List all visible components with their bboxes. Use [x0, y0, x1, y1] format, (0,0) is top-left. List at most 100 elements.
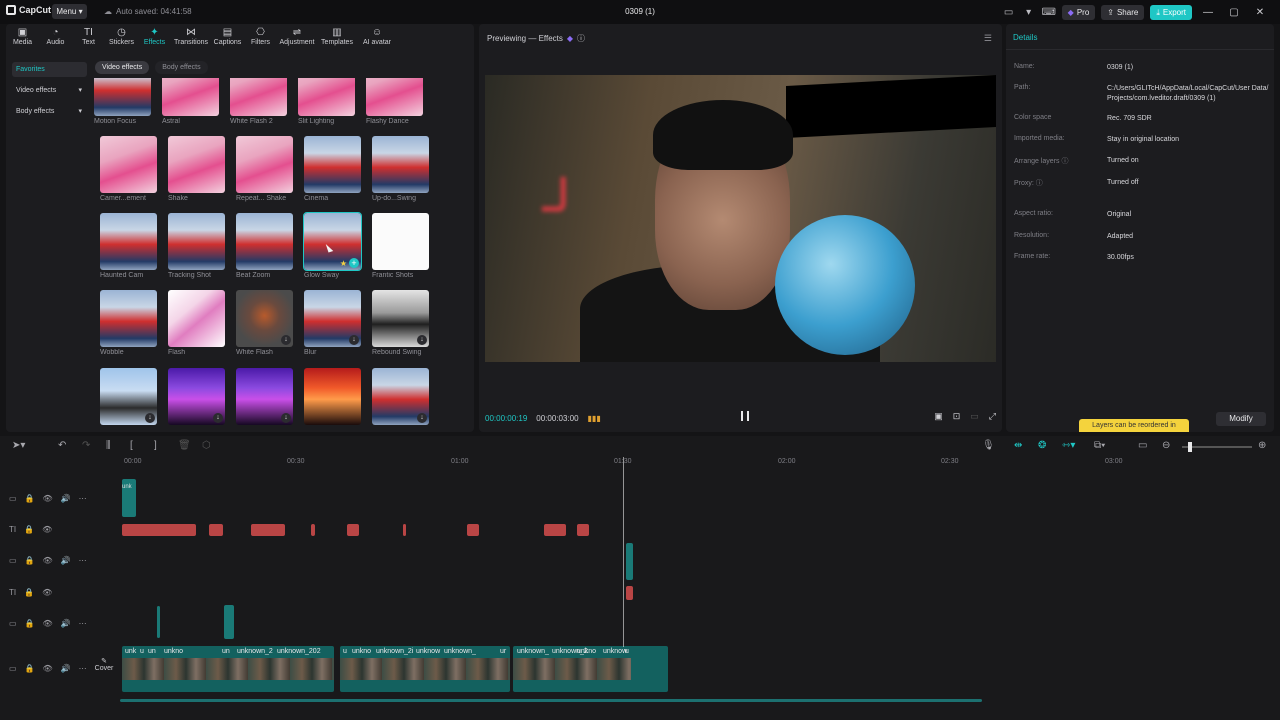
timeline-scrollbar[interactable] [120, 699, 982, 702]
split-icon[interactable]: ⫼ [106, 440, 111, 451]
text-clip[interactable] [626, 586, 633, 600]
audio-icon: ◔ [52, 27, 59, 38]
text-clip[interactable] [403, 524, 406, 536]
maximize-icon[interactable]: ▢ [1224, 7, 1244, 18]
text-clip[interactable] [311, 524, 315, 536]
effect-card[interactable]: Flashy Dance [366, 78, 423, 125]
effect-card[interactable]: Camer...ement [100, 136, 157, 202]
overlay-clip[interactable]: unk [122, 479, 136, 517]
tab-text[interactable]: TI Text [72, 26, 105, 52]
sidebar-item-favorites[interactable]: Favorites [12, 62, 87, 77]
effect-card[interactable]: Wobble [100, 290, 157, 356]
overlay-clip[interactable] [224, 605, 234, 639]
preview-axis-icon[interactable]: ⧉▾ [1094, 440, 1105, 451]
text-clip[interactable] [544, 524, 566, 536]
minimize-icon[interactable]: — [1198, 7, 1218, 18]
trim-right-icon[interactable]: ] [154, 440, 157, 451]
playhead[interactable] [623, 457, 624, 647]
caption-icon[interactable]: ▭ [1138, 440, 1147, 451]
effect-card[interactable]: Beat Zoom [236, 213, 293, 279]
tab-templates[interactable]: ▥ Templates [317, 26, 357, 52]
text-clip[interactable] [577, 524, 589, 536]
tab-ai-avatar[interactable]: ☺ AI avatar [357, 26, 397, 52]
shield-icon[interactable]: ⬡ [202, 440, 211, 451]
text-clip[interactable] [251, 524, 285, 536]
effect-card[interactable]: White Flash 2 [230, 78, 287, 125]
effect-card[interactable]: Motion Focus [94, 78, 151, 125]
full-quality-icon[interactable]: ▣ [934, 411, 943, 422]
effect-card[interactable]: Flash [168, 290, 225, 356]
tab-adjustment[interactable]: ⇌ Adjustment [277, 26, 317, 52]
effect-card[interactable]: Haunted Cam [100, 213, 157, 279]
overlay-clip[interactable] [626, 543, 633, 580]
layout-icon[interactable]: ▭ [1002, 6, 1016, 18]
layout-dropdown-icon[interactable]: ▾ [1022, 6, 1036, 18]
effect-card[interactable]: Up-do...Swing [372, 136, 429, 202]
effects-sidebar: Favorites Video effects ▾ Body effects ▾ [12, 62, 87, 125]
effect-card[interactable]: ↓ [236, 368, 293, 425]
share-button[interactable]: ⇪ Share [1101, 4, 1145, 20]
tab-media[interactable]: ▣ Media [6, 26, 39, 52]
sidebar-item-body-effects[interactable]: Body effects ▾ [12, 104, 87, 119]
effect-card[interactable]: Slit Lighting [298, 78, 355, 125]
effect-card[interactable]: ↓ Blur [304, 290, 361, 356]
menu-button[interactable]: Menu ▾ [52, 4, 87, 19]
tab-effects[interactable]: ✦ Effects [138, 26, 171, 52]
magnet-icon[interactable]: ❂ [1038, 440, 1046, 451]
tab-video-effects[interactable]: Video effects [95, 61, 150, 74]
effect-card[interactable]: ↓ [100, 368, 157, 425]
tab-transitions[interactable]: ⋈ Transitions [171, 26, 211, 52]
pause-icon[interactable] [741, 411, 749, 421]
effect-card[interactable]: ★ + Glow Sway [303, 212, 362, 279]
pro-button[interactable]: ◆ Pro [1061, 4, 1096, 20]
text-clip[interactable] [347, 524, 359, 536]
tab-filters[interactable]: ⎔ Filters [244, 26, 277, 52]
effect-card[interactable]: Tracking Shot [168, 213, 225, 279]
zoom-slider[interactable] [1182, 442, 1252, 452]
effect-card[interactable]: ↓ [168, 368, 225, 425]
close-icon[interactable]: ✕ [1250, 7, 1270, 18]
export-button[interactable]: ⤓ Export [1150, 4, 1192, 20]
undo-icon[interactable]: ↶ [58, 440, 66, 451]
fullscreen-icon[interactable]: ⤢ [989, 411, 996, 422]
ratio-icon[interactable]: ▭ [970, 411, 979, 422]
sidebar-item-video-effects[interactable]: Video effects ▾ [12, 83, 87, 98]
microphone-icon[interactable]: 🎙 [982, 440, 995, 451]
shortcuts-icon[interactable]: ⌨ [1041, 6, 1055, 18]
select-tool-icon[interactable]: ➤▾ [12, 440, 25, 451]
tab-audio[interactable]: ◔ Audio [39, 26, 72, 52]
effect-card[interactable] [304, 368, 361, 425]
effect-card[interactable]: ↓ [372, 368, 429, 425]
effect-card[interactable]: Cinema [304, 136, 361, 202]
zoom-in-icon[interactable]: ⊕ [1258, 440, 1266, 451]
effect-card[interactable]: ↓ Rebound Swing [372, 290, 429, 356]
player-panel: Previewing — Effects ◆ ⓘ ☰ لـ 00:00:00:19 … [479, 24, 1002, 432]
text-clip[interactable] [209, 524, 223, 536]
link-icon[interactable]: ⇹ [1014, 440, 1022, 451]
main-video-clip[interactable]: u unkno unknown_2i unknow unknown_ ur [340, 646, 510, 692]
cover-button[interactable]: ✎ Cover [93, 657, 115, 681]
modify-button[interactable]: Modify [1216, 412, 1266, 426]
overlay-clip[interactable] [157, 606, 160, 638]
player-menu-icon[interactable]: ☰ [984, 33, 992, 44]
zoom-out-icon[interactable]: ⊖ [1162, 440, 1170, 451]
effect-card[interactable]: Frantic Shots [372, 213, 429, 279]
trim-left-icon[interactable]: [ [130, 440, 133, 451]
effect-card[interactable]: Repeat... Shake [236, 136, 293, 202]
video-preview[interactable]: لـ [485, 75, 996, 362]
text-clip[interactable] [122, 524, 196, 536]
effect-card[interactable]: ↓ White Flash [236, 290, 293, 356]
main-video-clip[interactable]: unk u un unkno un unknown_2 unknown_202 [122, 646, 334, 692]
effect-card[interactable]: Shake [168, 136, 225, 202]
tab-stickers[interactable]: ◷ Stickers [105, 26, 138, 52]
tab-captions[interactable]: ▤ Captions [211, 26, 244, 52]
snap-icon[interactable]: ⇿▾ [1062, 440, 1075, 451]
redo-icon[interactable]: ↷ [82, 440, 90, 451]
text-clip[interactable] [467, 524, 479, 536]
tab-body-effects[interactable]: Body effects [155, 61, 208, 74]
delete-icon[interactable]: 🗑 [178, 440, 191, 451]
screenshot-icon[interactable]: ⊡ [953, 411, 961, 422]
effect-card[interactable]: Astral [162, 78, 219, 125]
effect-thumbnail [372, 213, 429, 270]
main-video-clip[interactable]: unknown_ unknown_2 unkno unknow u [513, 646, 668, 692]
